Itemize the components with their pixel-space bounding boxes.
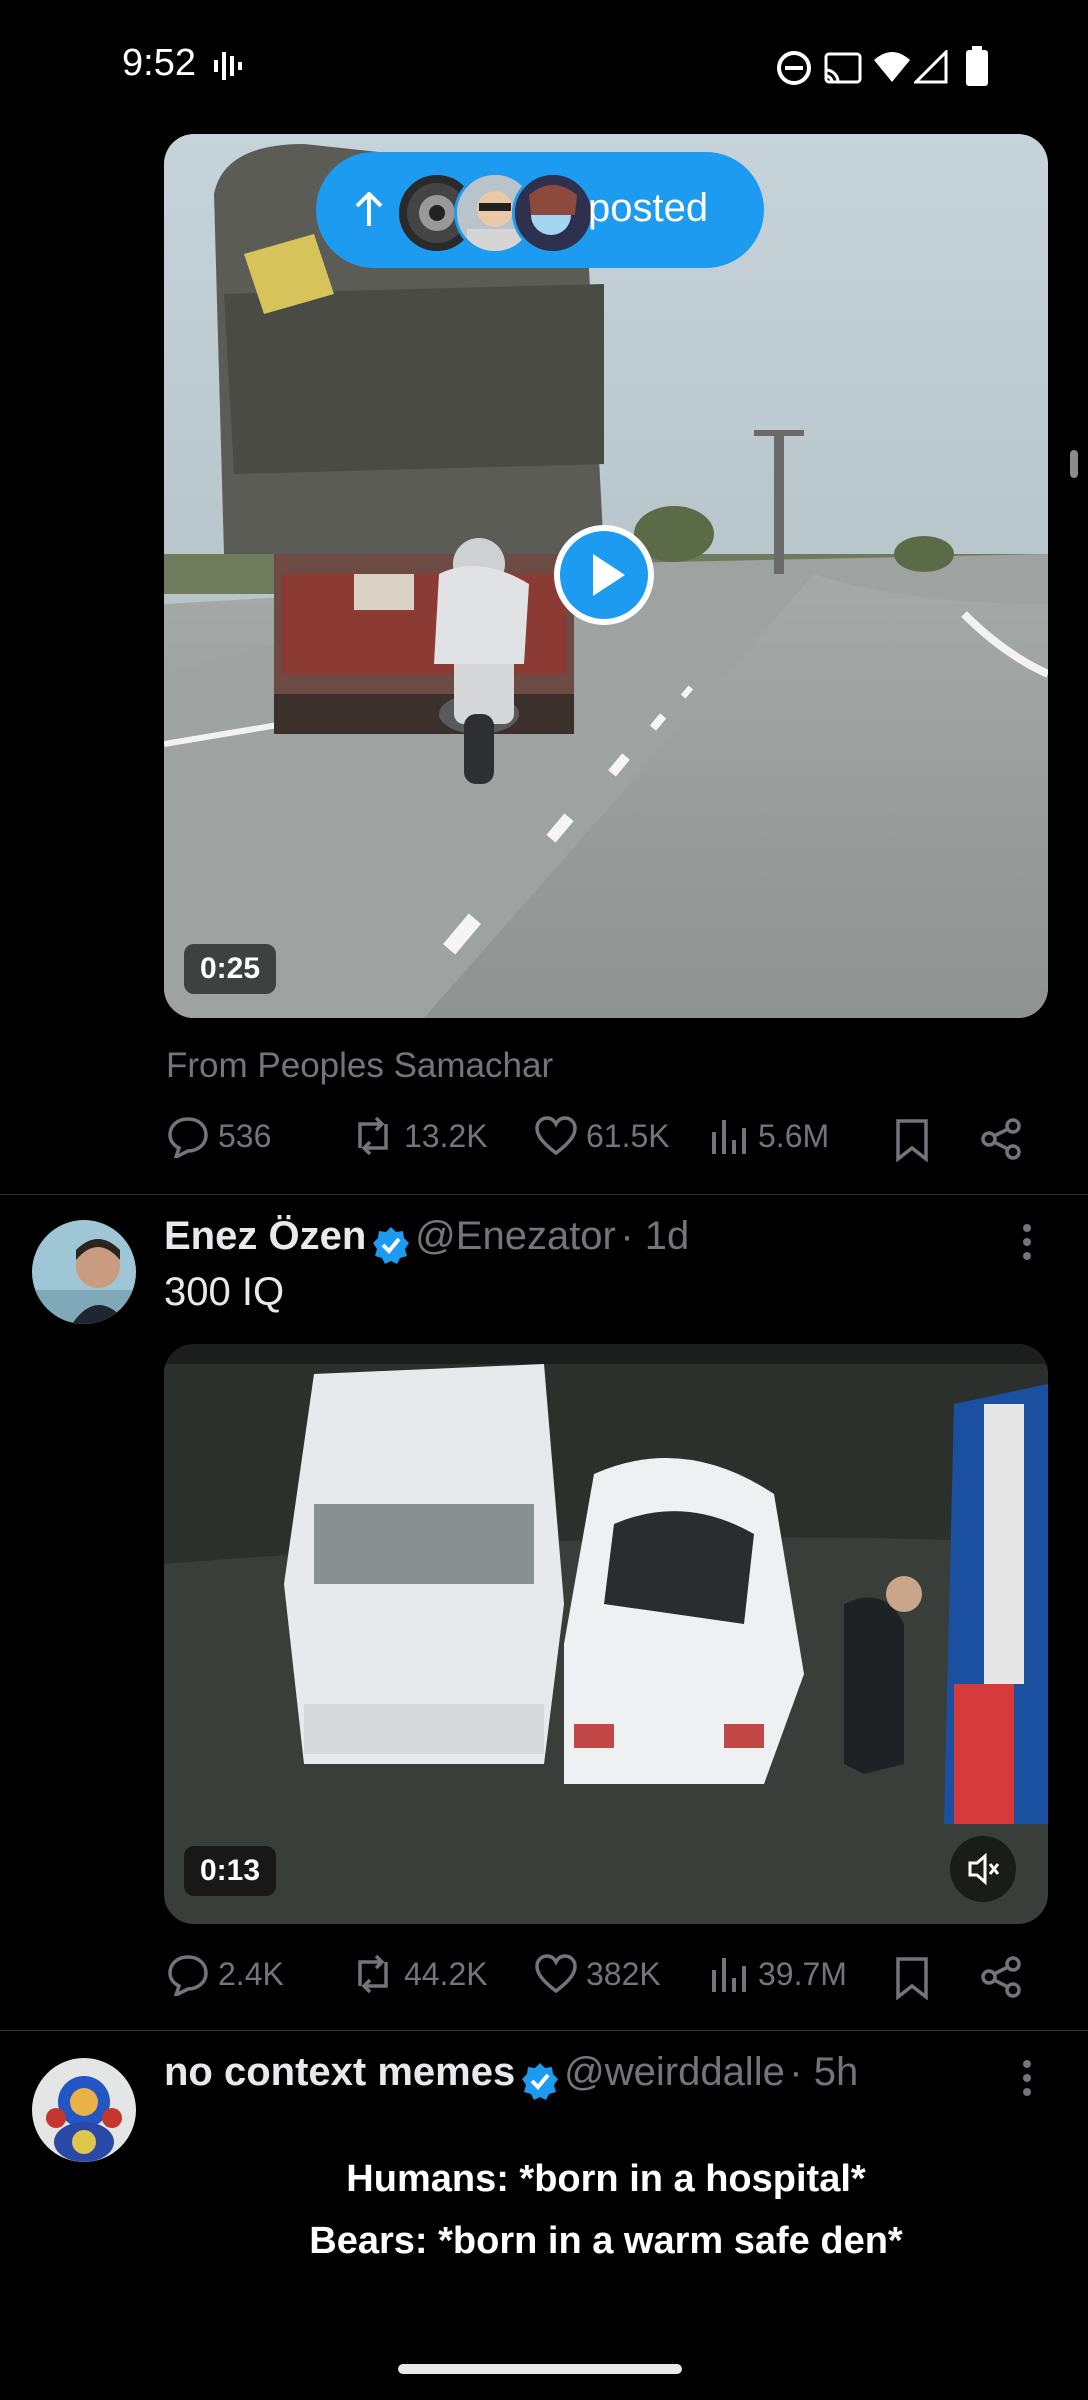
cellular-signal-icon: [914, 50, 948, 84]
share-icon[interactable]: [980, 1118, 1022, 1160]
more-options-icon[interactable]: [1020, 2058, 1034, 2098]
tweet3-handle[interactable]: @weirddalle: [564, 2050, 785, 2094]
like-button[interactable]: 382K: [534, 1952, 661, 1996]
tweet2-avatar[interactable]: [32, 1220, 136, 1324]
wifi-icon: [874, 52, 910, 82]
do-not-disturb-icon: [777, 51, 811, 85]
repost-button[interactable]: 44.2K: [350, 1952, 488, 1996]
views-count: 5.6M: [758, 1117, 830, 1154]
share-icon[interactable]: [980, 1956, 1022, 1998]
speaker-muted-icon: [968, 1852, 1000, 1886]
gas-station-video-thumbnail: [164, 1344, 1048, 1924]
tweet2-header: Enez Özen @Enezator · 1d: [164, 1214, 689, 1265]
tweet3-avatar[interactable]: [32, 2058, 136, 2162]
like-button[interactable]: 61.5K: [534, 1114, 670, 1158]
repost-count: 13.2K: [404, 1117, 488, 1154]
posted-label: posted: [588, 186, 709, 230]
tweet3-timestamp: · 5h: [789, 2050, 859, 2094]
bookmark-icon[interactable]: [894, 1956, 930, 2000]
views-button[interactable]: 5.6M: [710, 1114, 829, 1158]
views-chart-icon: [712, 1958, 746, 1992]
tweet-divider: [0, 1194, 1088, 1195]
arrow-up-icon: [355, 192, 383, 226]
verified-badge-icon: [372, 1226, 409, 1264]
verified-badge-icon: [521, 2062, 558, 2100]
status-time: 9:52: [122, 42, 196, 84]
tweet1-source[interactable]: From Peoples Samachar: [166, 1046, 553, 1086]
reply-button[interactable]: 536: [166, 1114, 271, 1158]
like-count: 61.5K: [586, 1117, 670, 1154]
tweet-divider: [0, 2030, 1088, 2031]
views-chart-icon: [712, 1120, 746, 1154]
new-posts-pill[interactable]: posted: [316, 152, 764, 268]
play-icon: [554, 525, 654, 625]
heart-icon: [535, 1954, 577, 1994]
posted-avatar-3: [512, 172, 594, 254]
video-duration-badge: 0:25: [184, 944, 277, 994]
repost-icon: [358, 1954, 388, 1994]
mute-button[interactable]: [950, 1836, 1016, 1902]
repost-icon: [358, 1116, 388, 1156]
status-bar: 9:52: [0, 0, 1088, 130]
tweet2-text: 300 IQ: [164, 1270, 285, 1314]
tweet2-timestamp: · 1d: [620, 1214, 690, 1258]
tweet1-action-bar: 536 13.2K 61.5K 5.6M: [0, 1114, 1088, 1174]
more-options-icon[interactable]: [1020, 1222, 1034, 1262]
repost-button[interactable]: 13.2K: [350, 1114, 488, 1158]
views-button[interactable]: 39.7M: [710, 1952, 847, 1996]
caption-line-1: Humans: *born in a hospital*: [346, 2158, 866, 2200]
play-button[interactable]: [553, 524, 655, 626]
like-count: 382K: [586, 1955, 661, 1992]
tweet2-video[interactable]: 0:13: [164, 1344, 1048, 1924]
reply-icon: [168, 1117, 208, 1158]
heart-icon: [535, 1116, 577, 1156]
home-gesture-bar[interactable]: [398, 2364, 682, 2374]
battery-icon: [966, 46, 988, 86]
bookmark-icon[interactable]: [894, 1118, 930, 1162]
views-count: 39.7M: [758, 1955, 847, 1992]
tweet3-header: no context memes @weirddalle · 5h: [164, 2050, 858, 2101]
cast-icon: [824, 52, 862, 84]
tweet2-action-bar: 2.4K 44.2K 382K 39.7M: [0, 1952, 1088, 2012]
reply-count: 536: [218, 1117, 272, 1154]
tweet2-handle[interactable]: @Enezator: [415, 1214, 616, 1258]
video-duration-badge: 0:13: [184, 1846, 277, 1896]
caption-line-2: Bears: *born in a warm safe den*: [309, 2220, 903, 2262]
tweet2-author-name[interactable]: Enez Özen: [164, 1214, 366, 1258]
scrollbar-thumb[interactable]: [1070, 450, 1078, 478]
reply-count: 2.4K: [218, 1955, 284, 1992]
repost-count: 44.2K: [404, 1955, 488, 1992]
tweet3-image-caption: Humans: *born in a hospital* Bears: *bor…: [164, 2148, 1048, 2272]
sound-wave-icon: [214, 52, 242, 80]
reply-button[interactable]: 2.4K: [166, 1952, 284, 1996]
tweet3-author-name[interactable]: no context memes: [164, 2050, 515, 2094]
reply-icon: [168, 1955, 208, 1996]
